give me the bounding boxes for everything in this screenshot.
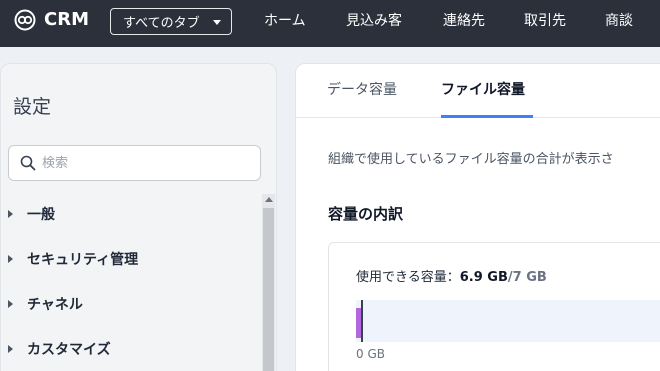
sidebar-item-general[interactable]: 一般	[8, 203, 55, 225]
used-storage-value: 6.9 GB	[459, 270, 508, 285]
nav-accounts[interactable]: 取引先	[524, 12, 566, 30]
expand-arrow-icon	[8, 255, 13, 263]
nav-contacts[interactable]: 連絡先	[443, 12, 485, 30]
settings-title: 設定	[13, 96, 52, 118]
storage-bar-marker	[361, 300, 363, 342]
logo-icon	[14, 9, 36, 31]
nav-opportunities[interactable]: 商談	[605, 12, 633, 30]
sidebar-item-security[interactable]: セキュリティ管理	[8, 248, 138, 270]
storage-axis-start: 0 GB	[356, 347, 385, 361]
tab-file-storage[interactable]: ファイル容量	[441, 81, 525, 99]
sidebar-item-label: チャネル	[27, 297, 83, 313]
sidebar-item-channel[interactable]: チャネル	[8, 293, 83, 315]
all-tabs-dropdown[interactable]: すべてのタブ	[110, 8, 232, 35]
search-input[interactable]	[42, 153, 252, 173]
storage-bar-track	[356, 300, 660, 342]
active-tab-indicator	[441, 115, 533, 118]
settings-search-box[interactable]	[8, 145, 261, 181]
storage-description: 組織で使用しているファイル容量の合計が表示さ	[328, 152, 614, 167]
tab-data-storage[interactable]: データ容量	[327, 81, 397, 99]
chevron-down-icon	[213, 20, 221, 25]
nav-leads[interactable]: 見込み客	[346, 12, 402, 30]
app-name: CRM	[44, 9, 89, 30]
sidebar-item-label: カスタマイズ	[27, 342, 111, 358]
scrollbar-thumb[interactable]	[263, 208, 274, 371]
expand-arrow-icon	[8, 210, 13, 218]
total-storage-value: /7 GB	[507, 270, 547, 285]
sidebar-item-customize[interactable]: カスタマイズ	[8, 338, 111, 360]
section-title: 容量の内訳	[328, 205, 404, 223]
sidebar-item-label: セキュリティ管理	[27, 252, 139, 268]
nav-home[interactable]: ホーム	[264, 12, 306, 30]
available-label: 使用できる容量：	[356, 270, 460, 285]
available-storage: 使用できる容量：6.9 GB/7 GB	[356, 266, 547, 285]
sidebar-item-label: 一般	[27, 207, 55, 223]
all-tabs-label: すべてのタブ	[123, 16, 200, 31]
search-icon	[20, 155, 36, 171]
expand-arrow-icon	[8, 345, 13, 353]
expand-arrow-icon	[8, 300, 13, 308]
app-logo[interactable]: CRM	[14, 9, 89, 31]
scroll-up-arrow-icon[interactable]	[265, 197, 273, 202]
